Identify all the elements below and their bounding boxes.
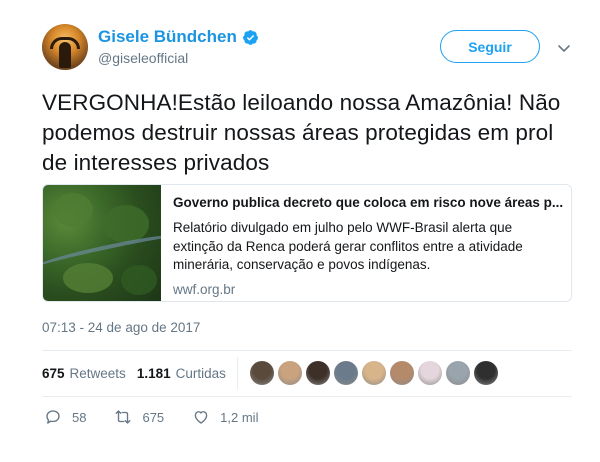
liker-avatar[interactable] — [473, 361, 498, 385]
card-title: Governo publica decreto que coloca em ri… — [173, 195, 564, 210]
tweet: Gisele Bündchen @giseleofficial Seguir V… — [0, 0, 600, 462]
liker-avatar[interactable] — [389, 361, 414, 385]
stats-separator — [236, 357, 238, 389]
liker-avatar[interactable] — [305, 361, 330, 385]
liker-avatar[interactable] — [333, 361, 358, 385]
tweet-actions: 58 675 1,2 mil — [44, 408, 286, 426]
retweet-button[interactable]: 675 — [114, 408, 164, 426]
likes-count: 1.181 — [136, 365, 171, 381]
liker-avatar[interactable] — [445, 361, 470, 385]
reply-count: 58 — [72, 409, 87, 425]
liker-avatars — [249, 361, 498, 385]
reply-icon — [46, 410, 60, 424]
heart-icon — [194, 411, 208, 424]
avatar[interactable] — [42, 24, 88, 70]
user-name[interactable]: Gisele Bündchen — [98, 27, 237, 47]
card-description: Relatório divulgado em julho pelo WWF-Br… — [173, 220, 523, 272]
card-body: Governo publica decreto que coloca em ri… — [161, 185, 571, 301]
follow-button[interactable]: Seguir — [440, 30, 540, 63]
liker-avatar[interactable] — [249, 361, 274, 385]
reply-button[interactable]: 58 — [44, 408, 86, 426]
avatar-figure — [59, 42, 71, 68]
liker-avatar[interactable] — [361, 361, 386, 385]
likes-stat[interactable]: 1.181 Curtidas — [137, 366, 226, 381]
tweet-stats: 675 Retweets 1.181 Curtidas — [42, 357, 498, 389]
retweets-label: Retweets — [69, 365, 126, 381]
liker-avatar[interactable] — [417, 361, 442, 385]
user-handle[interactable]: @giseleofficial — [98, 50, 188, 66]
retweet-count: 675 — [142, 409, 165, 425]
retweet-icon — [116, 410, 131, 424]
verified-badge-icon — [242, 29, 258, 45]
retweets-stat[interactable]: 675 Retweets — [42, 366, 126, 381]
tweet-text: VERGONHA!Estão leiloando nossa Amazônia!… — [42, 90, 561, 175]
chevron-down-icon[interactable] — [556, 40, 572, 56]
likes-label: Curtidas — [175, 365, 226, 381]
card-domain: wwf.org.br — [173, 281, 236, 297]
retweets-count: 675 — [42, 365, 65, 381]
user-name-row: Gisele Bündchen — [98, 27, 259, 47]
link-card[interactable]: Governo publica decreto que coloca em ri… — [42, 184, 572, 302]
liker-avatar[interactable] — [277, 361, 302, 385]
like-count: 1,2 mil — [220, 409, 259, 425]
like-button[interactable]: 1,2 mil — [192, 408, 258, 426]
card-thumbnail — [43, 185, 161, 301]
tweet-timestamp[interactable]: 07:13 - 24 de ago de 2017 — [42, 320, 200, 335]
divider — [42, 396, 572, 397]
divider — [42, 350, 572, 351]
